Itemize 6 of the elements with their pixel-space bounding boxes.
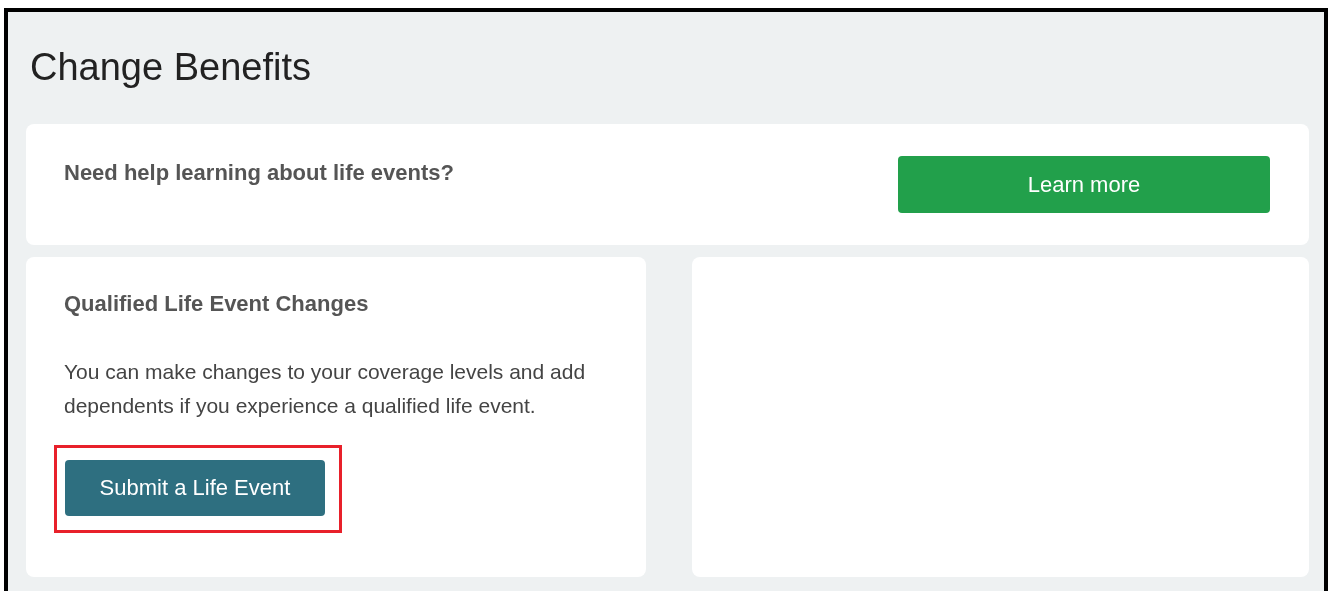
page-title: Change Benefits xyxy=(30,46,311,89)
help-text: Need help learning about life events? xyxy=(64,160,454,186)
card-description: You can make changes to your coverage levels and add dependents if you experience a qualified life event. xyxy=(64,359,587,419)
submit-life-event-button[interactable]: Submit a Life Event xyxy=(65,460,325,516)
learn-more-button[interactable]: Learn more xyxy=(898,156,1270,213)
card-heading: Qualified Life Event Changes xyxy=(64,291,369,317)
